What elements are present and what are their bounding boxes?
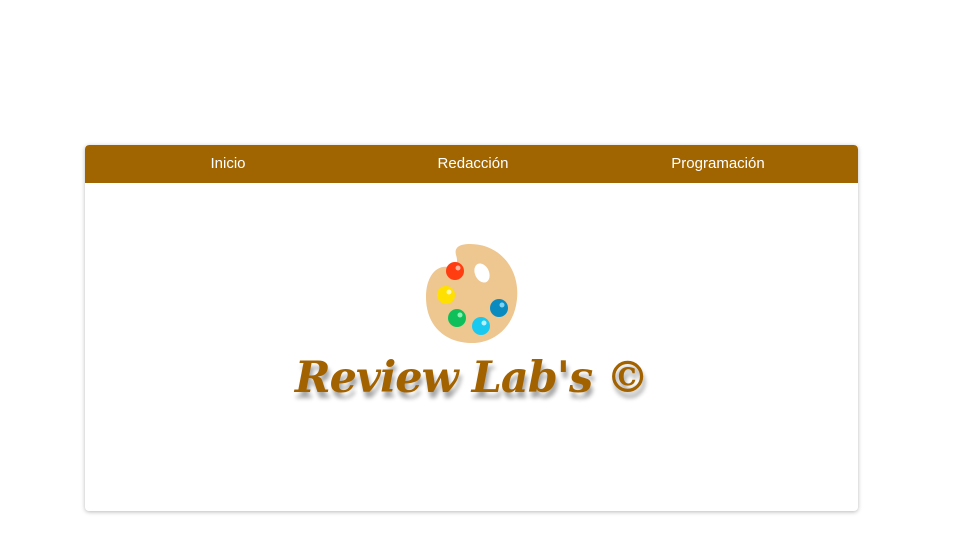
logo-text: Review Lab's © [294,353,649,403]
main-card: Inicio Redacción Programación Review Lab… [85,145,858,511]
navbar: Inicio Redacción Programación [85,145,858,183]
nav-item-inicio[interactable]: Inicio [178,145,278,183]
palette-icon [426,244,518,344]
paint-green [448,309,466,327]
paint-blue [490,299,508,317]
paint-yellow [437,286,455,304]
nav-item-redaccion[interactable]: Redacción [423,145,523,183]
paint-red [446,262,464,280]
paint-cyan [472,317,490,335]
nav-item-programacion[interactable]: Programación [658,145,778,183]
